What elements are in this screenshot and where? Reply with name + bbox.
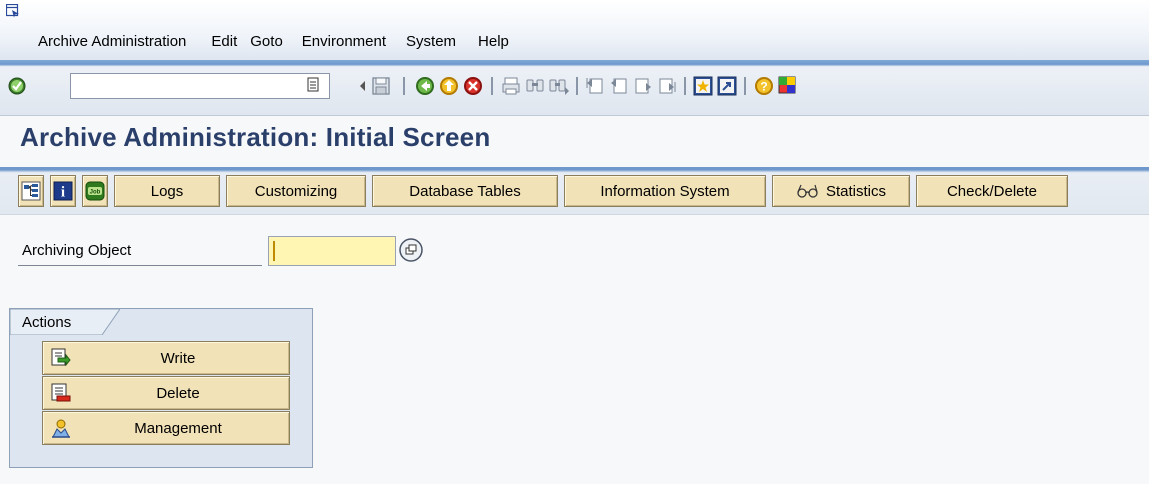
write-button[interactable]: Write [42, 341, 290, 375]
management-label: Management [134, 420, 222, 437]
find-icon[interactable] [524, 75, 546, 97]
hierarchy-icon [21, 181, 41, 201]
info-icon: i [53, 181, 73, 201]
possible-entries-icon[interactable] [398, 237, 424, 263]
archiving-object-label: Archiving Object [22, 242, 132, 259]
field-underline [18, 265, 262, 266]
information-system-label: Information System [600, 182, 730, 200]
database-tables-label: Database Tables [409, 182, 521, 200]
svg-text:?: ? [760, 80, 767, 94]
menu-environment[interactable]: Environment [302, 33, 386, 50]
job-button[interactable]: Job [82, 175, 108, 207]
layout-icon[interactable] [777, 75, 799, 97]
menu-bar: Archive Administration Edit Goto Environ… [0, 0, 1149, 60]
next-page-icon[interactable] [632, 75, 654, 97]
command-history-icon[interactable] [306, 77, 320, 93]
page-title: Archive Administration: Initial Screen [20, 122, 491, 152]
actions-group: Actions Write Delete Management [9, 308, 313, 468]
toolbar-separator [744, 77, 746, 95]
toolbar-separator [491, 77, 493, 95]
actions-group-title: Actions [22, 314, 72, 331]
shortcut-icon[interactable] [716, 75, 738, 97]
print-icon[interactable] [500, 75, 522, 97]
glasses-icon [797, 184, 818, 198]
toolbar-separator [403, 77, 405, 95]
first-page-icon[interactable] [584, 75, 606, 97]
text-cursor [273, 241, 275, 261]
exit-icon[interactable] [438, 75, 460, 97]
check-delete-label: Check/Delete [946, 182, 1038, 200]
database-tables-button[interactable]: Database Tables [372, 175, 558, 207]
find-next-icon[interactable] [548, 75, 570, 97]
archiving-object-input[interactable] [268, 236, 396, 266]
customizing-label: Customizing [254, 182, 338, 200]
write-label: Write [160, 350, 196, 367]
svg-text:i: i [61, 185, 65, 201]
menu-items: Archive Administration Edit Goto Environ… [38, 33, 526, 50]
create-session-icon[interactable] [692, 75, 714, 97]
customizing-button[interactable]: Customizing [226, 175, 366, 207]
menu-edit[interactable]: Edit [211, 33, 237, 50]
command-field[interactable] [70, 73, 330, 99]
logs-label: Logs [150, 182, 184, 200]
standard-toolbar: ? [0, 60, 1149, 116]
save-icon[interactable] [370, 75, 392, 97]
toolbar-separator [684, 77, 686, 95]
logs-button[interactable]: Logs [114, 175, 220, 207]
statistics-label: Statistics [825, 182, 886, 200]
menu-archive-administration[interactable]: Archive Administration [38, 33, 186, 50]
menu-goto[interactable]: Goto [250, 33, 283, 50]
menu-help[interactable]: Help [478, 33, 509, 50]
previous-page-icon[interactable] [608, 75, 630, 97]
info-button[interactable]: i [50, 175, 76, 207]
system-menu-icon[interactable] [6, 4, 20, 18]
check-delete-button[interactable]: Check/Delete [916, 175, 1068, 207]
last-page-icon[interactable] [656, 75, 678, 97]
application-toolbar: i Job Logs Customizing Database Tables I… [0, 167, 1149, 215]
cancel-icon[interactable] [462, 75, 484, 97]
hierarchy-button[interactable] [18, 175, 44, 207]
job-icon: Job [85, 181, 105, 201]
information-system-button[interactable]: Information System [564, 175, 766, 207]
toolbar-separator [576, 77, 578, 95]
menu-system[interactable]: System [406, 33, 456, 50]
back-icon[interactable] [414, 75, 436, 97]
help-icon[interactable]: ? [753, 75, 775, 97]
delete-button[interactable]: Delete [42, 376, 290, 410]
statistics-button[interactable]: Statistics [772, 175, 910, 207]
svg-text:Job: Job [90, 190, 101, 196]
delete-label: Delete [156, 385, 200, 402]
management-button[interactable]: Management [42, 411, 290, 445]
enter-icon[interactable] [8, 77, 26, 95]
